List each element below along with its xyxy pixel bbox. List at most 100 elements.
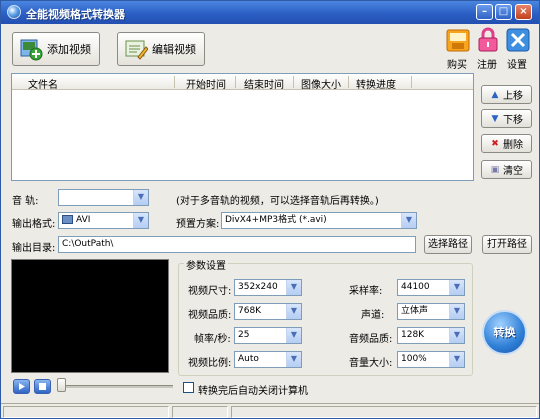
volume-select[interactable]: 100% ▼ xyxy=(397,351,465,368)
close-button[interactable]: × xyxy=(515,4,532,20)
column-image-size[interactable]: 图像大小 xyxy=(301,76,341,91)
move-down-button[interactable]: ▼ 下移 xyxy=(481,109,532,128)
status-bar xyxy=(1,403,539,418)
add-video-label: 添加视频 xyxy=(47,43,91,56)
video-quality-value: 768K xyxy=(238,306,262,316)
register-label[interactable]: 注册 xyxy=(477,56,497,71)
play-button[interactable] xyxy=(13,379,30,394)
video-size-value: 352x240 xyxy=(238,282,278,292)
delete-icon: ✖ xyxy=(491,138,499,149)
chevron-down-icon: ▼ xyxy=(286,280,301,295)
video-size-select[interactable]: 352x240 ▼ xyxy=(234,279,302,296)
chevron-down-icon: ▼ xyxy=(286,328,301,343)
clear-label: 清空 xyxy=(503,166,523,177)
sample-rate-value: 44100 xyxy=(401,282,430,292)
chevron-down-icon: ▼ xyxy=(286,352,301,367)
column-progress[interactable]: 转换进度 xyxy=(356,76,396,91)
edit-video-label: 编辑视频 xyxy=(152,43,196,56)
lock-icon[interactable] xyxy=(476,27,500,53)
video-preview xyxy=(11,259,169,373)
frame-rate-select[interactable]: 25 ▼ xyxy=(234,327,302,344)
audio-track-label: 音 轨: xyxy=(12,196,39,207)
preset-select[interactable]: DivX4+MP3格式 (*.avi) ▼ xyxy=(221,212,417,229)
move-up-button[interactable]: ▲ 上移 xyxy=(481,85,532,104)
aspect-label: 视频比例: xyxy=(188,358,232,369)
video-quality-select[interactable]: 768K ▼ xyxy=(234,303,302,320)
add-video-icon xyxy=(20,39,43,61)
output-dir-field[interactable]: C:\OutPath\ xyxy=(58,236,416,253)
edit-video-icon xyxy=(125,40,148,60)
audio-quality-label: 音频品质: xyxy=(349,334,393,345)
frame-rate-value: 25 xyxy=(238,330,250,340)
chevron-down-icon: ▼ xyxy=(449,352,464,367)
add-video-button[interactable]: 添加视频 xyxy=(12,32,100,66)
volume-slider-track[interactable] xyxy=(61,385,173,388)
settings-icon[interactable] xyxy=(506,27,530,53)
status-cell xyxy=(3,406,169,418)
clear-icon: ▣ xyxy=(490,164,500,175)
move-up-label: 上移 xyxy=(503,91,523,102)
output-dir-label: 输出目录: xyxy=(12,243,56,254)
delete-button[interactable]: ✖ 删除 xyxy=(481,134,532,153)
chevron-down-icon: ▼ xyxy=(133,190,148,205)
audio-track-select[interactable]: ▼ xyxy=(58,189,149,206)
preset-label: 预置方案: xyxy=(176,219,220,230)
volume-slider-thumb[interactable] xyxy=(57,378,66,392)
chevron-down-icon: ▼ xyxy=(449,304,464,319)
audio-track-hint: (对于多音轨的视频，可以选择音轨后再转换。) xyxy=(176,196,379,207)
output-format-select[interactable]: AVI ▼ xyxy=(58,212,149,229)
convert-button[interactable]: 转换 xyxy=(482,310,527,355)
chevron-down-icon: ▼ xyxy=(449,280,464,295)
column-end-time[interactable]: 结束时间 xyxy=(244,76,284,91)
status-cell xyxy=(231,406,537,418)
channels-label: 声道: xyxy=(361,310,385,321)
volume-label: 音量大小: xyxy=(349,358,393,369)
title-bar[interactable]: 全能视频格式转换器 – □ × xyxy=(1,1,539,24)
aspect-select[interactable]: Auto ▼ xyxy=(234,351,302,368)
column-start-time[interactable]: 开始时间 xyxy=(186,76,226,91)
move-down-label: 下移 xyxy=(503,115,523,126)
audio-quality-select[interactable]: 128K ▼ xyxy=(397,327,465,344)
channels-select[interactable]: 立体声 ▼ xyxy=(397,303,465,320)
chevron-down-icon: ▼ xyxy=(286,304,301,319)
buy-icon[interactable] xyxy=(446,27,470,53)
chevron-down-icon: ▼ xyxy=(401,213,416,228)
stop-button[interactable] xyxy=(34,379,51,394)
output-format-value: AVI xyxy=(76,215,91,225)
choose-path-button[interactable]: 选择路径 xyxy=(424,235,472,254)
play-icon xyxy=(19,383,25,390)
auto-shutdown-label[interactable]: 转换完后自动关闭计算机 xyxy=(198,382,308,397)
sample-rate-select[interactable]: 44100 ▼ xyxy=(397,279,465,296)
status-cell xyxy=(172,406,228,418)
video-quality-label: 视频品质: xyxy=(188,310,232,321)
clear-button[interactable]: ▣ 清空 xyxy=(481,160,532,179)
maximize-button[interactable]: □ xyxy=(495,4,512,20)
channels-value: 立体声 xyxy=(401,306,429,316)
stop-icon xyxy=(39,383,46,390)
file-list[interactable]: 文件名 开始时间 结束时间 图像大小 转换进度 xyxy=(11,73,474,181)
video-size-label: 视频尺寸: xyxy=(188,286,232,297)
auto-shutdown-checkbox[interactable] xyxy=(183,382,194,393)
column-filename[interactable]: 文件名 xyxy=(28,76,58,91)
edit-video-button[interactable]: 编辑视频 xyxy=(117,32,205,66)
volume-value: 100% xyxy=(401,354,427,364)
delete-label: 删除 xyxy=(503,140,523,151)
app-icon xyxy=(7,5,21,19)
audio-quality-value: 128K xyxy=(401,330,425,340)
file-list-header: 文件名 开始时间 结束时间 图像大小 转换进度 xyxy=(12,74,473,91)
chevron-down-icon: ▼ xyxy=(133,213,148,228)
chevron-down-icon: ▼ xyxy=(449,328,464,343)
window-title: 全能视频格式转换器 xyxy=(26,8,125,21)
params-title: 参数设置 xyxy=(184,257,228,272)
output-format-label: 输出格式: xyxy=(12,219,56,230)
settings-label[interactable]: 设置 xyxy=(507,56,527,71)
film-icon xyxy=(62,215,73,224)
main-window: 全能视频格式转换器 – □ × 添加视频 编辑视频 购买 注册 设置 文件名 开… xyxy=(0,0,540,419)
preset-value: DivX4+MP3格式 (*.avi) xyxy=(225,215,327,225)
sample-rate-label: 采样率: xyxy=(349,286,383,297)
open-path-button[interactable]: 打开路径 xyxy=(482,235,532,254)
frame-rate-label: 帧率/秒: xyxy=(194,334,231,345)
buy-label[interactable]: 购买 xyxy=(447,56,467,71)
aspect-value: Auto xyxy=(238,354,259,364)
minimize-button[interactable]: – xyxy=(476,4,493,20)
